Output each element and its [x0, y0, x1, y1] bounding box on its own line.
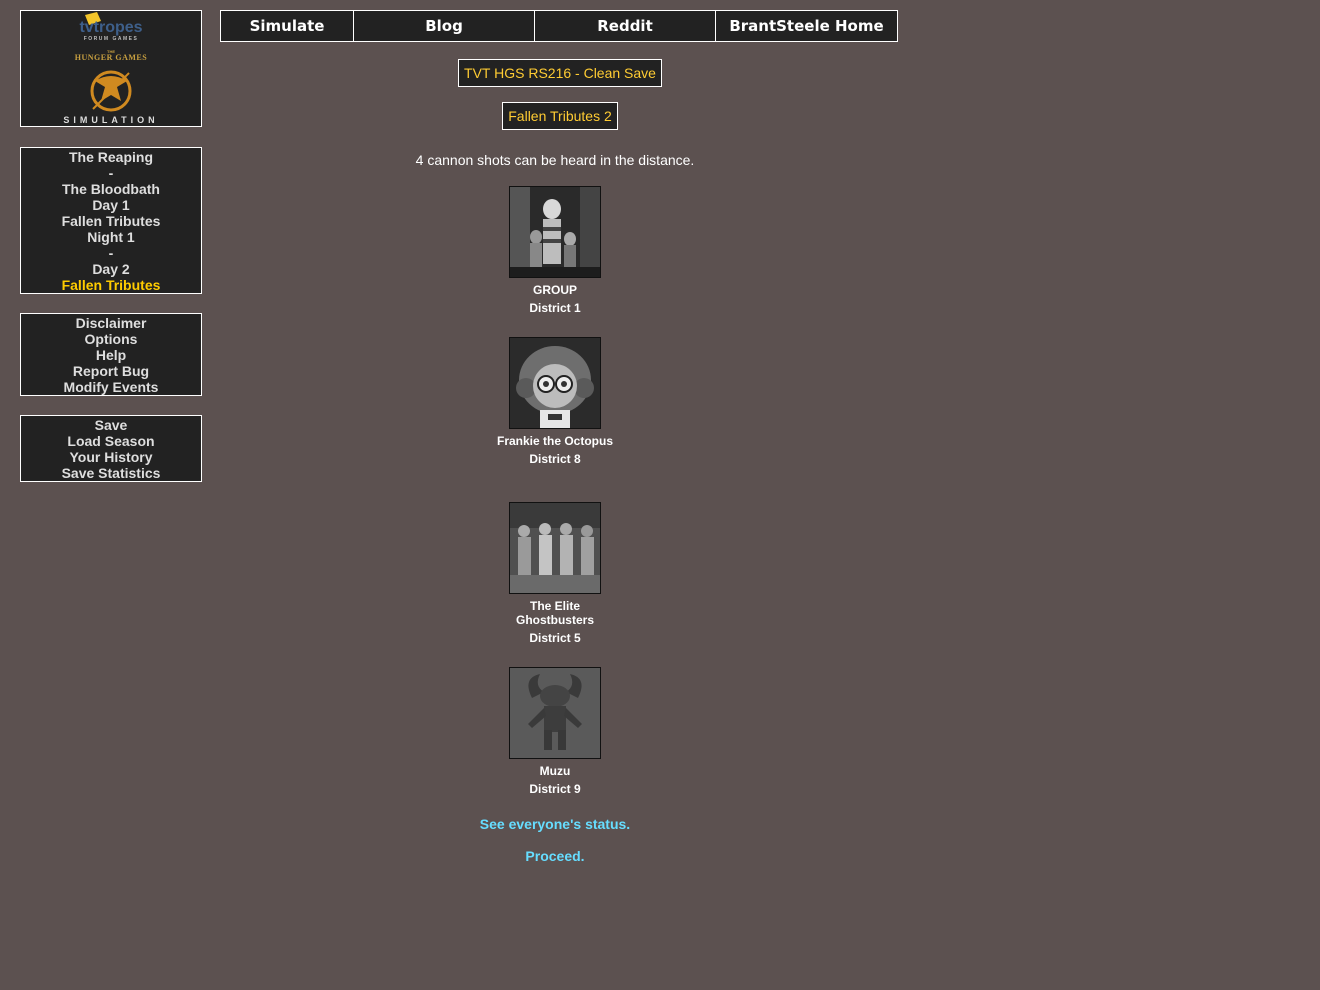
sidebar-item-fallen-tributes-1[interactable]: Fallen Tributes [21, 213, 201, 229]
sidebar-item-your-history[interactable]: Your History [21, 449, 201, 465]
sidebar-item-options[interactable]: Options [21, 331, 201, 347]
svg-text:HUNGER GAMES: HUNGER GAMES [75, 53, 148, 62]
sidebar-item-night-1[interactable]: Night 1 [21, 229, 201, 245]
tribute-name: Muzu [539, 764, 571, 778]
tribute-card: The Elite Ghostbusters District 5 [495, 502, 615, 645]
sidebar-item-disclaimer[interactable]: Disclaimer [21, 315, 201, 331]
sidebar-save-menu: Save Load Season Your History Save Stati… [20, 415, 202, 482]
sidebar-item-report-bug[interactable]: Report Bug [21, 363, 201, 379]
tribute-name: Frankie the Octopus [496, 434, 614, 448]
sidebar-separator: - [108, 165, 114, 181]
tribute-name: The Elite Ghostbusters [515, 599, 594, 627]
proceed-link[interactable]: Proceed. [220, 848, 890, 864]
hunger-games-logo: tvtropes FORUM GAMES THE HUNGER GAMES SI… [63, 12, 158, 125]
cannon-shots-text: 4 cannon shots can be heard in the dista… [415, 152, 695, 168]
season-title: TVT HGS RS216 - Clean Save [458, 59, 662, 87]
sidebar-progress-nav: The Reaping - The Bloodbath Day 1 Fallen… [20, 147, 202, 294]
see-everyone-status-link[interactable]: See everyone's status. [220, 816, 890, 832]
sidebar-item-day-1[interactable]: Day 1 [21, 197, 201, 213]
tribute-card: Muzu District 9 [495, 667, 615, 796]
tribute-district: District 5 [529, 631, 581, 645]
sidebar-item-modify-events[interactable]: Modify Events [21, 379, 201, 395]
sidebar-item-fallen-tributes-2[interactable]: Fallen Tributes [21, 277, 201, 293]
nav-simulate-link[interactable]: Simulate [221, 11, 354, 41]
tribute-portrait [509, 502, 601, 594]
sidebar-item-help[interactable]: Help [21, 347, 201, 363]
tribute-district: District 1 [529, 301, 581, 315]
sidebar-item-save[interactable]: Save [21, 417, 201, 433]
tribute-district: District 9 [529, 782, 581, 796]
sidebar-item-the-reaping[interactable]: The Reaping [21, 149, 201, 165]
sidebar-menu: Disclaimer Options Help Report Bug Modif… [20, 313, 202, 396]
tribute-portrait [509, 337, 601, 429]
tribute-name: GROUP [532, 283, 577, 297]
tribute-portrait [509, 186, 601, 278]
tribute-card: GROUP District 1 [495, 186, 615, 315]
sidebar-item-day-2[interactable]: Day 2 [21, 261, 201, 277]
nav-reddit-link[interactable]: Reddit [535, 11, 716, 41]
sidebar-item-load-season[interactable]: Load Season [21, 433, 201, 449]
svg-text:SIMULATION: SIMULATION [63, 115, 158, 125]
tribute-district: District 8 [529, 452, 581, 466]
sidebar-item-the-bloodbath[interactable]: The Bloodbath [21, 181, 201, 197]
logo[interactable]: tvtropes FORUM GAMES THE HUNGER GAMES SI… [20, 10, 202, 127]
nav-blog-link[interactable]: Blog [354, 11, 535, 41]
svg-text:tvtropes: tvtropes [79, 19, 142, 36]
svg-text:FORUM GAMES: FORUM GAMES [84, 36, 139, 42]
tribute-card: Frankie the Octopus District 8 [495, 337, 615, 466]
page-title: Fallen Tributes 2 [502, 102, 618, 130]
top-nav: Simulate Blog Reddit BrantSteele Home [220, 10, 898, 42]
sidebar-separator: - [108, 245, 114, 261]
tribute-portrait [509, 667, 601, 759]
sidebar-item-save-statistics[interactable]: Save Statistics [21, 465, 201, 481]
nav-brantsteele-home-link[interactable]: BrantSteele Home [716, 11, 897, 41]
